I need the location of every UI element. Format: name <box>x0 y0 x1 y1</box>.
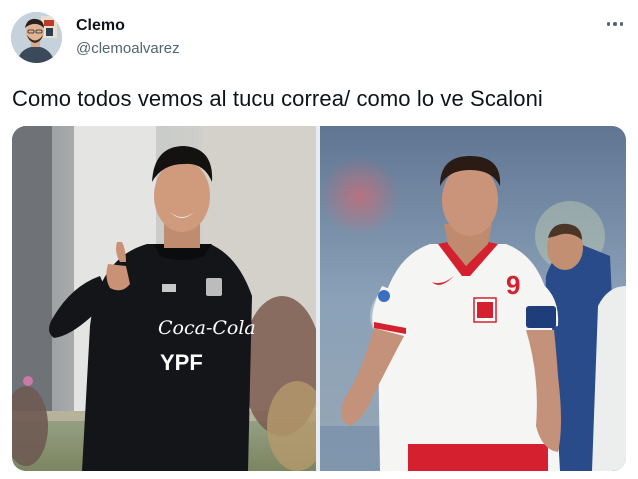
avatar[interactable] <box>11 12 62 63</box>
media-photo-left[interactable]: Coca-Cola YPF <box>12 126 316 471</box>
jersey-number-text: 9 <box>506 270 520 300</box>
author-name[interactable]: Clemo <box>76 17 125 35</box>
media-photo-right[interactable]: 9 <box>320 126 626 471</box>
jersey-sponsor-text: Coca-Cola <box>158 317 256 339</box>
more-options-icon[interactable] <box>601 14 629 34</box>
tweet-text: Como todos vemos al tucu correa/ como lo… <box>12 86 543 111</box>
tweet-media[interactable]: Coca-Cola YPF 9 <box>12 126 626 471</box>
author-handle[interactable]: @clemoalvarez <box>76 40 180 57</box>
jersey-sponsor-secondary-text: YPF <box>160 350 203 375</box>
tweet: Clemo @clemoalvarez Como todos vemos al … <box>0 0 638 479</box>
